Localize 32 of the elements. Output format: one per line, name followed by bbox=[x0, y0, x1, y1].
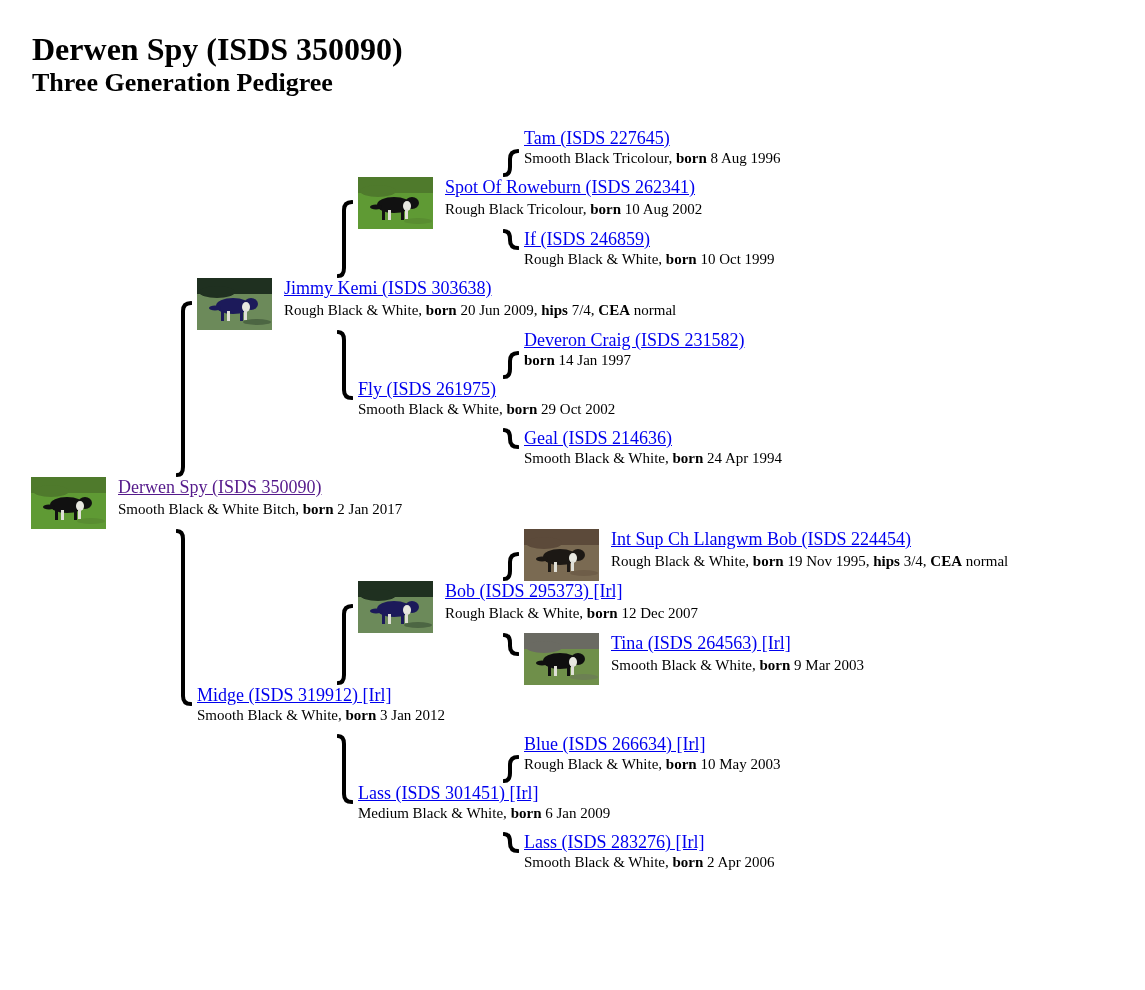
dog-link[interactable]: Int Sup Ch Llangwm Bob (ISDS 224454) bbox=[611, 529, 911, 552]
dog-details: Smooth Black Tricolour, born 8 Aug 1996 bbox=[524, 149, 781, 168]
dog-link[interactable]: Tam (ISDS 227645) bbox=[524, 128, 670, 149]
dog-link[interactable]: Geal (ISDS 214636) bbox=[524, 428, 672, 449]
dog-link[interactable]: Tina (ISDS 264563) [Irl] bbox=[611, 633, 791, 656]
dog-link[interactable]: If (ISDS 246859) bbox=[524, 229, 650, 250]
dog-details: Smooth Black & White, born 2 Apr 2006 bbox=[524, 853, 775, 872]
dog-link[interactable]: Lass (ISDS 283276) [Irl] bbox=[524, 832, 705, 853]
page-subtitle: Three Generation Pedigree bbox=[32, 68, 334, 98]
dog-link[interactable]: Midge (ISDS 319912) [Irl] bbox=[197, 685, 392, 706]
dog-details: Rough Black & White, born 12 Dec 2007 bbox=[445, 603, 699, 623]
dog-link[interactable]: Derwen Spy (ISDS 350090) bbox=[118, 477, 322, 500]
dog-details: Smooth Black & White, born 9 Mar 2003 bbox=[611, 655, 865, 675]
dog-link[interactable]: Fly (ISDS 261975) bbox=[358, 379, 496, 400]
dog-details: Smooth Black & White, born 24 Apr 1994 bbox=[524, 449, 783, 468]
dog-details: Medium Black & White, born 6 Jan 2009 bbox=[358, 804, 611, 823]
dog-details: Rough Black Tricolour, born 10 Aug 2002 bbox=[445, 199, 703, 219]
dog-link[interactable]: Blue (ISDS 266634) [Irl] bbox=[524, 734, 706, 755]
dog-details: Rough Black & White, born 20 Jun 2009, hips 7/4, CEA normal bbox=[284, 300, 677, 320]
dog-details: Smooth Black & White, born 29 Oct 2002 bbox=[358, 400, 616, 419]
dog-details: born 14 Jan 1997 bbox=[524, 351, 632, 370]
dog-details: Smooth Black & White, born 3 Jan 2012 bbox=[197, 706, 446, 725]
dog-details: Smooth Black & White Bitch, born 2 Jan 2017 bbox=[118, 499, 403, 519]
dog-link[interactable]: Lass (ISDS 301451) [Irl] bbox=[358, 783, 539, 804]
page-title: Derwen Spy (ISDS 350090) bbox=[32, 30, 404, 68]
dog-details: Rough Black & White, born 19 Nov 1995, hips 3/4, CEA normal bbox=[611, 551, 1009, 571]
dog-link[interactable]: Spot Of Roweburn (ISDS 262341) bbox=[445, 177, 695, 200]
dog-link[interactable]: Jimmy Kemi (ISDS 303638) bbox=[284, 278, 492, 301]
dog-link[interactable]: Deveron Craig (ISDS 231582) bbox=[524, 330, 745, 351]
dog-link[interactable]: Bob (ISDS 295373) [Irl] bbox=[445, 581, 623, 604]
dog-details: Rough Black & White, born 10 Oct 1999 bbox=[524, 250, 775, 269]
dog-details: Rough Black & White, born 10 May 2003 bbox=[524, 755, 781, 774]
